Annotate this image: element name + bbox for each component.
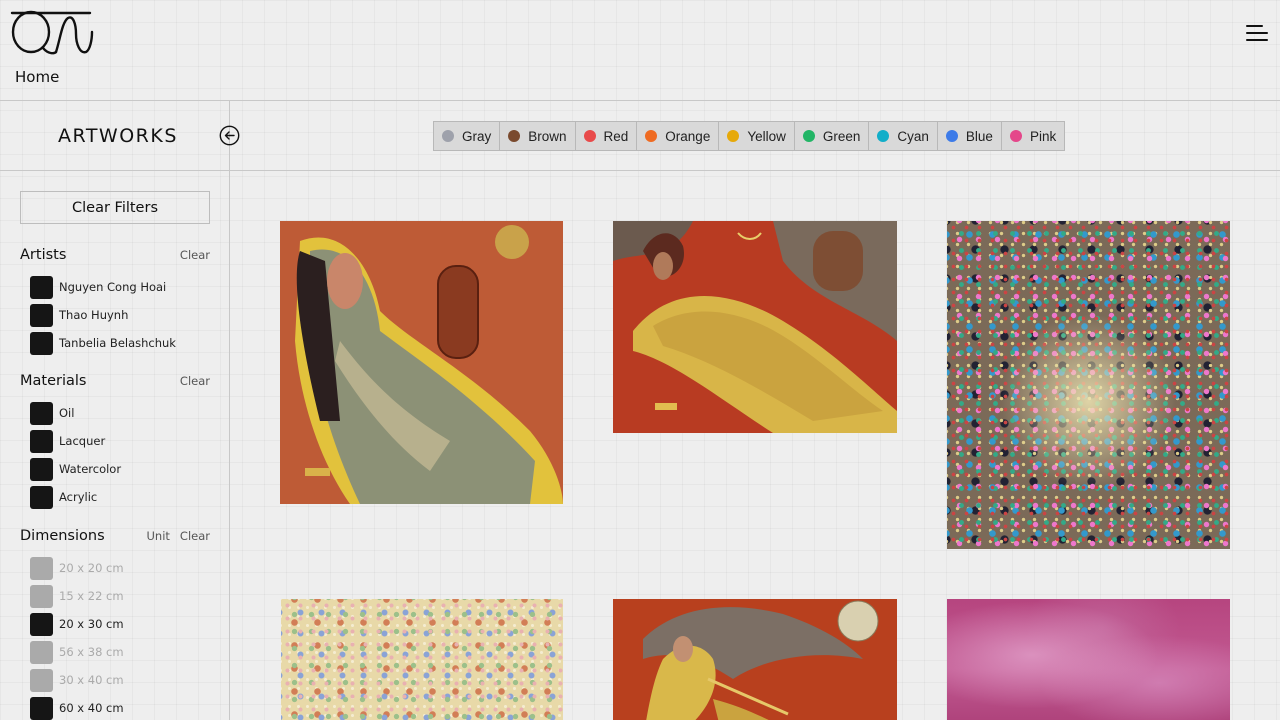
color-filter-blue[interactable]: Blue — [937, 122, 1002, 150]
color-filter-green[interactable]: Green — [794, 122, 870, 150]
section-title: Dimensions — [20, 528, 105, 544]
color-filter-label: Blue — [965, 128, 993, 144]
checkbox[interactable] — [30, 429, 53, 453]
dimension-option: 30 x 40 cm — [30, 666, 210, 694]
unit-toggle-link[interactable]: Unit — [147, 529, 170, 543]
color-filter-brown[interactable]: Brown — [500, 122, 576, 150]
option-label: Watercolor — [59, 462, 122, 476]
filter-sidebar: Clear Filters — [20, 191, 210, 224]
color-filter-red[interactable]: Red — [575, 122, 638, 150]
color-filter-label: Pink — [1029, 128, 1057, 144]
checkbox[interactable] — [30, 457, 53, 481]
color-filter-label: Green — [822, 128, 861, 144]
dimensions-filter-section: Dimensions Unit Clear 20 x 20 cm 15 x 22… — [20, 527, 210, 720]
option-label: 20 x 30 cm — [59, 617, 124, 631]
artwork-woman-with-birdcage — [280, 221, 563, 504]
artwork-reclining-woman-red — [613, 221, 897, 433]
checkbox — [30, 640, 53, 664]
color-filter-orange[interactable]: Orange — [637, 122, 720, 150]
pink-swatch-icon — [1009, 130, 1022, 142]
material-option[interactable]: Oil — [30, 399, 210, 427]
option-label: 20 x 20 cm — [59, 561, 124, 575]
color-filter-label: Red — [603, 128, 629, 144]
dimension-option: 56 x 38 cm — [30, 638, 210, 666]
option-label: 30 x 40 cm — [59, 673, 124, 687]
option-label: 15 x 22 cm — [59, 589, 124, 603]
artist-option[interactable]: Tanbelia Belashchuk — [30, 329, 210, 357]
page-title: ARTWORKS — [58, 125, 178, 147]
green-swatch-icon — [802, 130, 815, 142]
materials-filter-section: Materials Clear Oil Lacquer Watercolor A… — [20, 372, 210, 511]
brown-swatch-icon — [508, 130, 521, 142]
checkbox[interactable] — [30, 401, 53, 425]
option-label: 60 x 40 cm — [59, 701, 124, 715]
dimension-option[interactable]: 60 x 40 cm — [30, 694, 210, 720]
header-divider — [0, 100, 1280, 101]
dimension-option: 15 x 22 cm — [30, 582, 210, 610]
option-label: Oil — [59, 406, 75, 420]
arrow-left-circle-icon[interactable] — [219, 125, 240, 146]
color-filter-pink[interactable]: Pink — [1001, 122, 1065, 150]
artwork-card[interactable] — [613, 599, 897, 720]
dimension-option[interactable]: 20 x 30 cm — [30, 610, 210, 638]
toolbar-divider — [0, 170, 1280, 171]
material-option[interactable]: Acrylic — [30, 483, 210, 511]
option-label: 56 x 38 cm — [59, 645, 124, 659]
artwork-pink-abstract — [947, 599, 1230, 720]
color-filter-label: Yellow — [747, 128, 786, 144]
checkbox[interactable] — [30, 331, 53, 355]
gray-swatch-icon — [442, 130, 454, 142]
artwork-card[interactable] — [613, 221, 897, 433]
option-label: Tanbelia Belashchuk — [59, 336, 176, 350]
material-option[interactable]: Watercolor — [30, 455, 210, 483]
section-title: Artists — [20, 247, 67, 263]
checkbox — [30, 584, 53, 608]
color-filter-bar: Gray Brown Red Orange Yellow Green Cyan … — [433, 121, 1066, 151]
artist-option[interactable]: Nguyen Cong Hoai — [30, 273, 210, 301]
checkbox — [30, 556, 53, 580]
option-label: Thao Huynh — [59, 308, 129, 322]
artwork-woman-with-flute-moon — [613, 599, 897, 720]
checkbox[interactable] — [30, 303, 53, 327]
color-filter-label: Cyan — [897, 128, 929, 144]
checkbox[interactable] — [30, 485, 53, 509]
logo-icon[interactable] — [10, 10, 94, 56]
artist-option[interactable]: Thao Huynh — [30, 301, 210, 329]
material-option[interactable]: Lacquer — [30, 427, 210, 455]
option-label: Acrylic — [59, 490, 98, 504]
artwork-card[interactable] — [280, 221, 563, 504]
cyan-swatch-icon — [877, 130, 890, 142]
orange-swatch-icon — [645, 130, 658, 142]
clear-dimensions-link[interactable]: Clear — [180, 529, 210, 543]
clear-materials-link[interactable]: Clear — [180, 374, 210, 388]
checkbox — [30, 668, 53, 692]
clear-filters-button[interactable]: Clear Filters — [20, 191, 210, 224]
hamburger-menu-icon[interactable] — [1244, 22, 1270, 44]
artwork-pastel-dot-mosaic — [281, 599, 563, 720]
checkbox[interactable] — [30, 612, 53, 636]
red-swatch-icon — [583, 130, 596, 142]
sidebar-divider — [229, 101, 230, 720]
artwork-card[interactable] — [281, 599, 563, 720]
color-filter-label: Orange — [665, 128, 711, 144]
artwork-card[interactable] — [947, 221, 1230, 549]
checkbox[interactable] — [30, 275, 53, 299]
yellow-swatch-icon — [727, 130, 740, 142]
section-title: Materials — [20, 373, 87, 389]
option-label: Lacquer — [59, 434, 106, 448]
color-filter-label: Brown — [528, 128, 567, 144]
color-filter-gray[interactable]: Gray — [434, 122, 501, 150]
color-filter-yellow[interactable]: Yellow — [719, 122, 795, 150]
color-filter-cyan[interactable]: Cyan — [869, 122, 938, 150]
color-filter-label: Gray — [462, 128, 492, 144]
dimension-option: 20 x 20 cm — [30, 554, 210, 582]
clear-artists-link[interactable]: Clear — [180, 248, 210, 262]
artwork-colorful-dot-mosaic — [947, 221, 1230, 549]
blue-swatch-icon — [945, 130, 958, 142]
checkbox[interactable] — [30, 696, 53, 720]
artwork-card[interactable] — [947, 599, 1230, 720]
artists-filter-section: Artists Clear Nguyen Cong Hoai Thao Huyn… — [20, 246, 210, 357]
nav-home-link[interactable]: Home — [15, 68, 59, 86]
option-label: Nguyen Cong Hoai — [59, 280, 167, 294]
